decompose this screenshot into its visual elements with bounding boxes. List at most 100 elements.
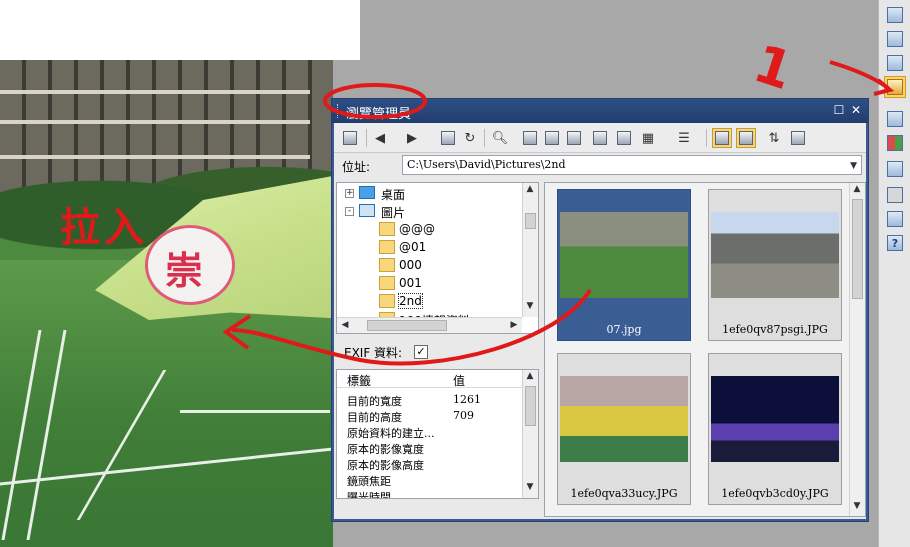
exif-tag: 鏡頭焦距	[347, 475, 391, 488]
pictures-icon	[359, 204, 375, 217]
tree-item-pictures[interactable]: - 圖片	[337, 203, 522, 221]
tree-view-toggle-icon[interactable]	[712, 128, 732, 148]
panel-titlebar[interactable]: 瀏覽管理員 ☐ ✕	[332, 99, 868, 123]
thumbnail-image	[711, 376, 839, 462]
browser-manager-button[interactable]	[884, 76, 906, 98]
exif-value: 1261	[453, 393, 481, 406]
open-folder-icon[interactable]	[542, 128, 562, 148]
scroll-down-icon[interactable]: ▼	[850, 501, 864, 511]
sort-icon[interactable]: ☰	[674, 128, 694, 148]
canvas-blank-area	[0, 0, 360, 60]
tree-item-desktop[interactable]: + 桌面	[337, 185, 522, 203]
print-icon[interactable]	[564, 128, 584, 148]
tree-item-folder[interactable]: 000	[337, 257, 522, 275]
toolbar-palette-icon[interactable]	[884, 132, 906, 154]
right-toolbar: ?	[878, 0, 910, 547]
exif-table-header: 標籤 值	[337, 370, 524, 388]
toolbar-histogram-icon[interactable]	[884, 208, 906, 230]
toolbar-layers-icon[interactable]	[884, 28, 906, 50]
tree-item-folder[interactable]: @@@	[337, 221, 522, 239]
thumbnail-image	[560, 212, 688, 298]
chevron-down-icon[interactable]: ▼	[850, 159, 857, 173]
search-icon[interactable]: 🔍︎	[490, 128, 510, 148]
thumbnail-name: 1efe0qvb3cd0y.JPG	[721, 487, 829, 500]
tree-item-label: 圖片	[381, 206, 406, 220]
scrollbar-thumb[interactable]	[852, 199, 863, 299]
toolbar-help-icon[interactable]: ?	[884, 232, 906, 254]
toolbar-window-icon[interactable]	[884, 4, 906, 26]
folder-tree: + 桌面 - 圖片 @@@ @01 000 001 2nd ▲ ▼ ◀ ▶	[336, 182, 539, 334]
tree-item-label: @@@	[399, 222, 435, 236]
toolbar-frame-icon[interactable]	[884, 108, 906, 130]
thumbnail-item[interactable]: 1efe0qvb3cd0y.JPG	[708, 353, 842, 505]
exif-tag: 原本的影像高度	[347, 459, 424, 472]
toolbar-play-icon[interactable]	[884, 158, 906, 180]
tree-item-folder[interactable]: 001	[337, 275, 522, 293]
thumbnail-name: 1efe0qva33ucy.JPG	[570, 487, 678, 500]
scroll-up-icon[interactable]: ▲	[523, 371, 537, 381]
close-icon[interactable]: ✕	[849, 103, 863, 117]
panel-body: ◀ ▶ ↻ 🔍︎ ▦ ☰ ⇅ 位址: C:\Users\David\Pictur…	[334, 123, 866, 519]
court-line	[0, 447, 333, 486]
forward-icon[interactable]: ▶	[402, 128, 422, 148]
thumbnail-name: 1efe0qv87psgi.JPG	[722, 323, 828, 336]
flag-logo-mark: 崇	[165, 249, 204, 293]
folder-icon	[379, 222, 395, 236]
sort-order-icon[interactable]: ⇅	[764, 128, 784, 148]
refresh-icon[interactable]: ↻	[460, 128, 480, 148]
scroll-up-icon[interactable]: ▲	[523, 184, 537, 194]
address-field[interactable]: C:\Users\David\Pictures\2nd ▼	[402, 155, 862, 175]
scrollbar-thumb[interactable]	[367, 320, 447, 331]
toolbar-divider	[706, 129, 707, 147]
scrollbar-thumb[interactable]	[525, 386, 536, 426]
scrollbar-thumb[interactable]	[525, 213, 536, 229]
grip-icon[interactable]	[337, 104, 340, 118]
exif-tag: 目前的高度	[347, 411, 402, 424]
back-icon[interactable]: ◀	[370, 128, 390, 148]
duplicate-icon[interactable]	[788, 128, 808, 148]
exif-value-header[interactable]: 值	[453, 372, 465, 389]
exif-vertical-scrollbar[interactable]: ▲ ▼	[522, 370, 538, 498]
up-folder-icon[interactable]	[438, 128, 458, 148]
thumbnail-image	[560, 376, 688, 462]
thumbnail-item[interactable]: 1efe0qva33ucy.JPG	[557, 353, 691, 505]
panel-title: 瀏覽管理員	[346, 107, 412, 122]
rotate-right-icon[interactable]	[614, 128, 634, 148]
maximize-icon[interactable]: ☐	[832, 103, 846, 117]
exif-tag: 原本的影像寬度	[347, 443, 424, 456]
tree-item-label: 2nd	[398, 293, 423, 309]
exif-row: 原本的影像高度	[337, 456, 524, 472]
desktop-icon	[359, 186, 375, 199]
scroll-left-icon[interactable]: ◀	[338, 320, 352, 330]
thumbnail-item[interactable]: 1efe0qv87psgi.JPG	[708, 189, 842, 341]
toolbar-copy-icon[interactable]	[884, 52, 906, 74]
photo-balcony	[0, 90, 310, 94]
toolbar-divider	[484, 129, 485, 147]
scroll-right-icon[interactable]: ▶	[507, 320, 521, 330]
folder-icon	[379, 294, 395, 308]
exif-toggle-icon[interactable]	[736, 128, 756, 148]
thumbnail-area: 07.jpg 1efe0qv87psgi.JPG 1efe0qva33ucy.J…	[544, 182, 866, 517]
address-row: 位址: C:\Users\David\Pictures\2nd ▼	[334, 154, 866, 178]
exif-checkbox[interactable]: ✓	[414, 345, 428, 359]
tree-item-label: @01	[399, 240, 427, 254]
exif-tag-header[interactable]: 標籤	[347, 372, 371, 389]
exif-row: 曝光時間	[337, 488, 524, 498]
tree-item-label: 000	[399, 258, 422, 272]
view-mode-icon[interactable]: ▦	[638, 128, 658, 148]
tree-horizontal-scrollbar[interactable]: ◀ ▶	[337, 317, 522, 333]
toolbar-grid-icon[interactable]	[884, 184, 906, 206]
scroll-down-icon[interactable]: ▼	[523, 301, 537, 311]
scroll-up-icon[interactable]: ▲	[850, 184, 864, 194]
new-window-icon[interactable]	[340, 128, 360, 148]
expand-icon[interactable]: +	[345, 189, 354, 198]
collapse-icon[interactable]: -	[345, 207, 354, 216]
tree-item-folder-selected[interactable]: 2nd	[337, 293, 522, 311]
thumbnail-vertical-scrollbar[interactable]: ▲ ▼	[849, 183, 865, 516]
thumbnail-item-selected[interactable]: 07.jpg	[557, 189, 691, 341]
tree-vertical-scrollbar[interactable]: ▲ ▼	[522, 183, 538, 317]
tree-item-folder[interactable]: @01	[337, 239, 522, 257]
camera-icon[interactable]	[520, 128, 540, 148]
rotate-left-icon[interactable]	[590, 128, 610, 148]
scroll-down-icon[interactable]: ▼	[523, 482, 537, 492]
